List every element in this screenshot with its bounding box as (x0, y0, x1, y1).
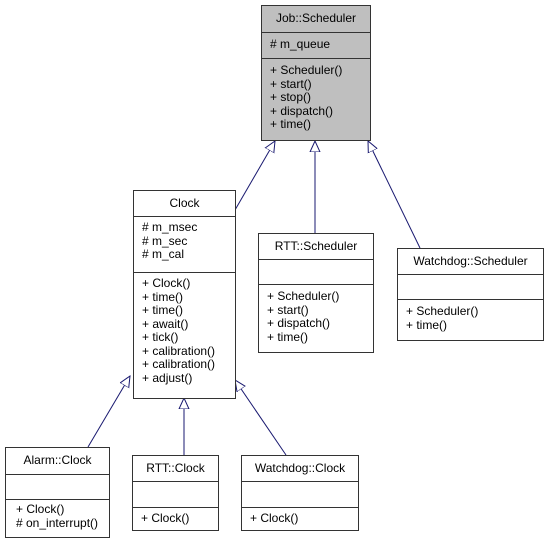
attributes (398, 274, 543, 299)
methods: + Clock() (133, 507, 218, 528)
attributes: # m_msec # m_sec # m_cal (134, 216, 235, 272)
attribute: # m_queue (270, 37, 331, 51)
edge-alarm-clock-to-clock (87, 376, 130, 448)
method: + start() (267, 302, 309, 317)
attributes: # m_queue (262, 32, 370, 58)
class-watchdog-clock[interactable]: Watchdog::Clock + Clock() (241, 455, 359, 531)
class-name: Watchdog::Scheduler (413, 254, 528, 268)
method: + start() (270, 76, 312, 91)
class-name: Clock (169, 196, 200, 210)
attribute: # m_msec (142, 220, 198, 234)
methods: + Clock() # on_interrupt() (6, 499, 109, 532)
edge-watchdog-scheduler-to-job-scheduler (368, 141, 421, 249)
attributes (259, 259, 373, 284)
class-name: RTT::Clock (146, 461, 205, 475)
method: + stop() (270, 90, 312, 104)
class-name: Watchdog::Clock (254, 461, 346, 475)
method: + dispatch() (270, 103, 334, 118)
method: + calibration() (142, 343, 216, 358)
attributes (6, 474, 109, 499)
method: + time() (142, 289, 184, 304)
methods: + Clock() (242, 507, 358, 528)
method: + dispatch() (267, 316, 331, 330)
method: + Clock() (141, 511, 190, 525)
class-name: Alarm::Clock (23, 453, 92, 467)
methods: + Scheduler() + time() (398, 299, 543, 334)
attribute: # m_sec (142, 233, 188, 248)
class-clock[interactable]: Clock # m_msec # m_sec # m_cal + Clock()… (133, 190, 236, 399)
class-name: Job::Scheduler (275, 11, 357, 25)
method: + tick() (142, 330, 179, 344)
edge-watchdog-clock-to-clock (235, 380, 287, 456)
edge-clock-to-job-scheduler (234, 141, 275, 211)
methods: + Clock() + time() + time() + await() + … (134, 272, 235, 387)
methods: + Scheduler() + start() + dispatch() + t… (259, 284, 373, 346)
method: + time() (267, 329, 309, 344)
class-watchdog-scheduler[interactable]: Watchdog::Scheduler + Scheduler() + time… (397, 248, 544, 341)
attributes (242, 481, 358, 507)
method: + Clock() (250, 511, 299, 525)
class-alarm-clock[interactable]: Alarm::Clock + Clock() # on_interrupt() (5, 447, 110, 538)
method: + time() (270, 117, 312, 131)
method: + Scheduler() (270, 63, 343, 77)
method: + await() (142, 316, 189, 331)
class-rtt-clock[interactable]: RTT::Clock + Clock() (132, 455, 219, 531)
method: + calibration() (142, 357, 216, 371)
method: + time() (142, 303, 184, 317)
method: # on_interrupt() (16, 515, 99, 530)
method: + adjust() (142, 370, 193, 385)
methods: + Scheduler() + start() + stop() + dispa… (262, 58, 370, 134)
class-name: RTT::Scheduler (274, 239, 358, 253)
method: + time() (406, 317, 448, 332)
method: + Clock() (142, 276, 191, 290)
attributes (133, 481, 218, 507)
method: + Scheduler() (267, 289, 340, 303)
class-rtt-scheduler[interactable]: RTT::Scheduler + Scheduler() + start() +… (258, 233, 374, 353)
class-diagram: Job::Scheduler # m_queue + Scheduler() +… (0, 0, 549, 544)
method: + Clock() (16, 502, 65, 516)
attribute: # m_cal (142, 247, 185, 261)
class-job-scheduler[interactable]: Job::Scheduler # m_queue + Scheduler() +… (261, 5, 371, 141)
method: + Scheduler() (406, 304, 479, 318)
